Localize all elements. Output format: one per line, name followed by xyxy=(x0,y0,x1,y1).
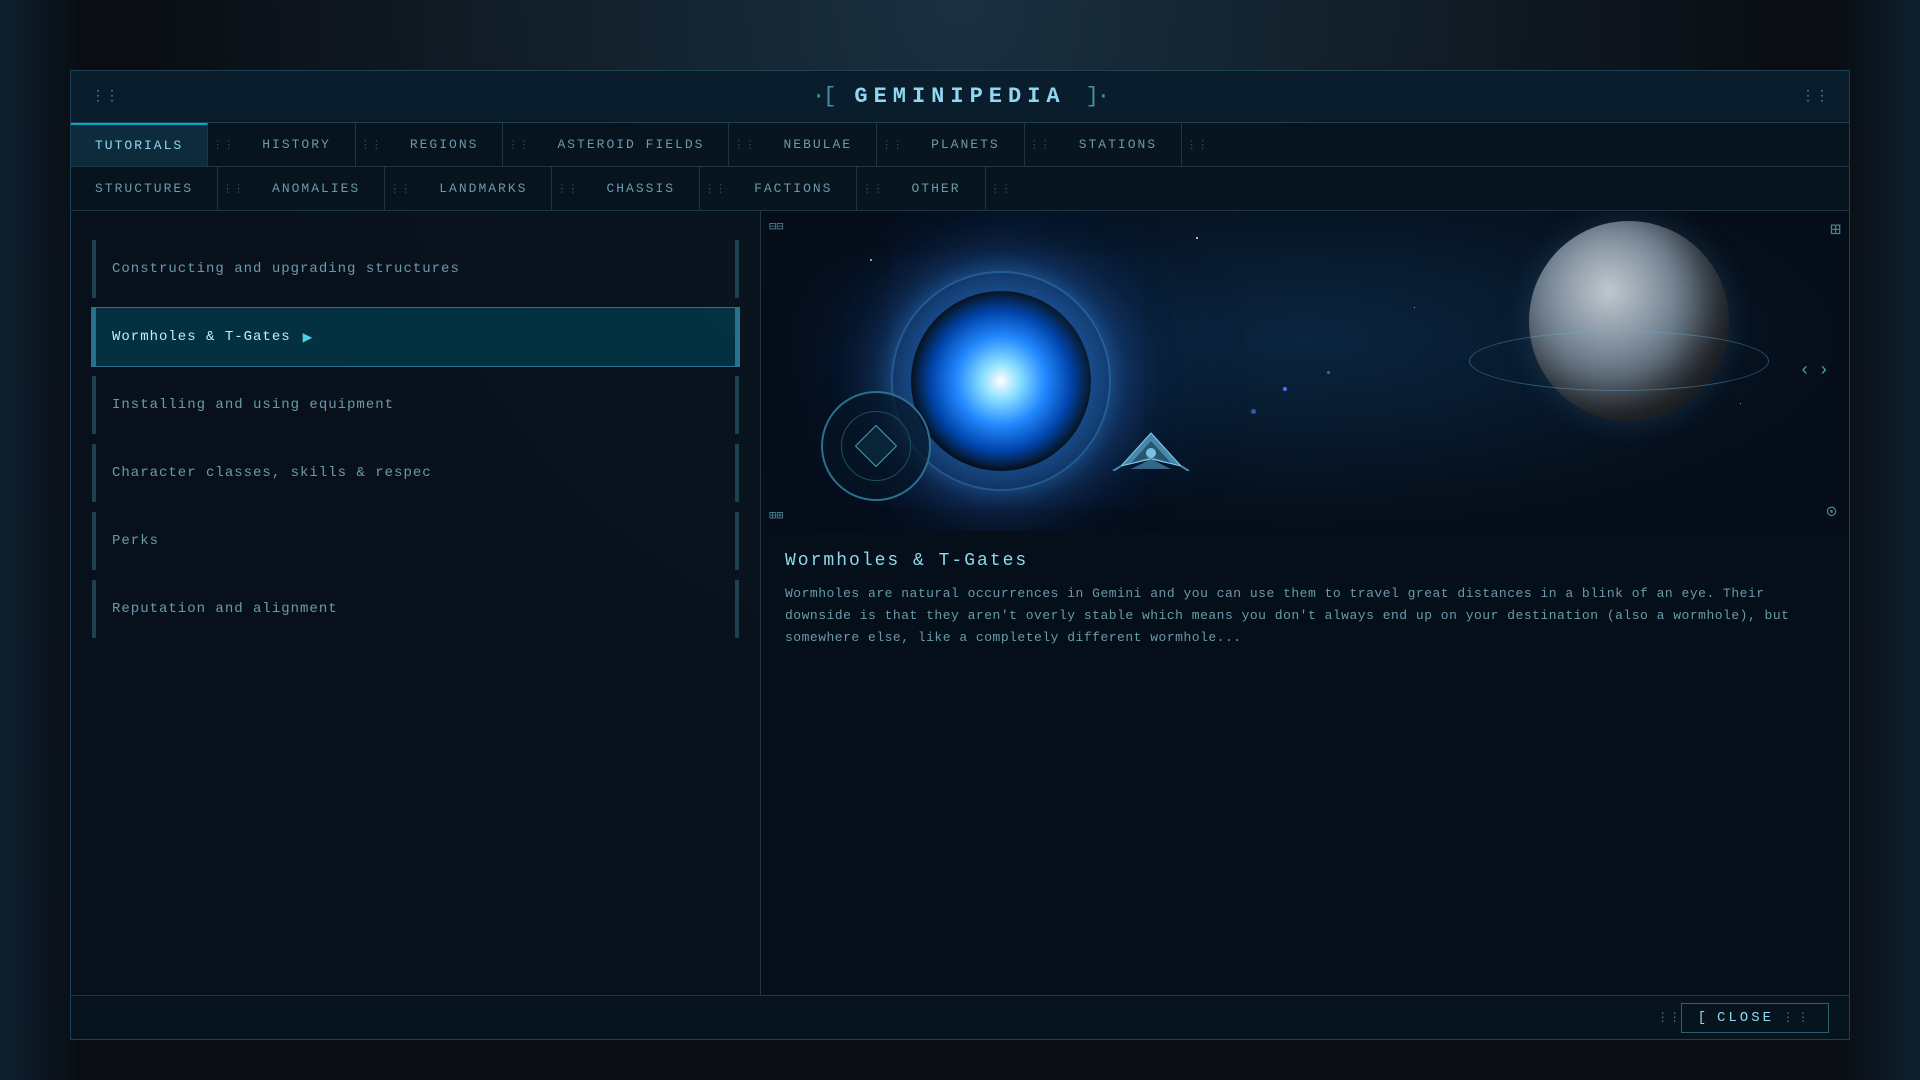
title-dots-left: ⋮⋮ xyxy=(91,88,119,105)
left-panel: Constructing and upgrading structures Wo… xyxy=(71,211,761,995)
close-dots-icon: ⋮⋮ xyxy=(1782,1010,1812,1025)
sep-r2-6: ⋮⋮ xyxy=(986,182,1016,196)
prev-image-button[interactable]: ‹ xyxy=(1799,361,1810,381)
image-nav-arrows: ‹ › xyxy=(1799,361,1829,381)
tab-planets[interactable]: PLANETS xyxy=(907,123,1025,166)
list-item-perks[interactable]: Perks xyxy=(91,511,740,571)
particle-2 xyxy=(1327,371,1330,374)
main-window: ⋮⋮ ·[ GEMINIPEDIA ]· ⋮⋮ TUTORIALS ⋮⋮ HIS… xyxy=(70,70,1850,1040)
sep-r2-1: ⋮⋮ xyxy=(218,182,248,196)
particle-1 xyxy=(1283,387,1287,391)
list-item-classes[interactable]: Character classes, skills & respec xyxy=(91,443,740,503)
title-dots-right: ⋮⋮ xyxy=(1801,88,1829,105)
active-arrow-icon: ▶ xyxy=(303,327,314,347)
detail-image: ⊟⊟ ⊞ ‹ › ⊞⊞ ⊙ xyxy=(761,211,1849,531)
list-item-wormholes[interactable]: Wormholes & T-Gates ▶ xyxy=(91,307,740,367)
close-button[interactable]: [ CLOSE ⋮⋮ xyxy=(1681,1003,1829,1033)
sep-r2-4: ⋮⋮ xyxy=(700,182,730,196)
close-bracket-left: [ xyxy=(1698,1010,1709,1026)
bottom-dots-left: ⋮⋮ xyxy=(1657,1010,1681,1025)
tab-stations[interactable]: STATIONS xyxy=(1055,123,1182,166)
tab-history[interactable]: HISTORY xyxy=(238,123,356,166)
corner-top-right-icon: ⊞ xyxy=(1830,219,1841,241)
bg-side-right xyxy=(1840,0,1920,1080)
radar-circle xyxy=(821,391,931,501)
nav-row-1: TUTORIALS ⋮⋮ HISTORY ⋮⋮ REGIONS ⋮⋮ ASTER… xyxy=(71,123,1849,167)
description-area: Wormholes & T-Gates Wormholes are natura… xyxy=(761,531,1849,995)
bg-side-left xyxy=(0,0,80,1080)
bottom-bar: ⋮⋮ [ CLOSE ⋮⋮ xyxy=(71,995,1849,1039)
sep-r2-2: ⋮⋮ xyxy=(385,182,415,196)
sep-3: ⋮⋮ xyxy=(503,138,533,152)
content-area: Constructing and upgrading structures Wo… xyxy=(71,211,1849,995)
sep-r2-3: ⋮⋮ xyxy=(552,182,582,196)
radar-diamond xyxy=(855,425,897,467)
tab-structures[interactable]: STRUCTURES xyxy=(71,167,218,210)
tab-factions[interactable]: FACTIONS xyxy=(730,167,857,210)
close-label: CLOSE xyxy=(1717,1010,1774,1026)
title-bar: ⋮⋮ ·[ GEMINIPEDIA ]· ⋮⋮ xyxy=(71,71,1849,123)
detail-description: Wormholes are natural occurrences in Gem… xyxy=(785,583,1825,649)
sep-5: ⋮⋮ xyxy=(877,138,907,152)
bottom-left-icon: ⊞⊞ xyxy=(769,508,783,523)
tab-tutorials[interactable]: TUTORIALS xyxy=(71,123,208,166)
wormhole-glow xyxy=(911,291,1091,471)
particle-3 xyxy=(1251,409,1256,414)
list-item-equipment[interactable]: Installing and using equipment xyxy=(91,375,740,435)
sep-r2-5: ⋮⋮ xyxy=(857,182,887,196)
sep-7: ⋮⋮ xyxy=(1182,138,1212,152)
next-image-button[interactable]: › xyxy=(1818,361,1829,381)
sep-4: ⋮⋮ xyxy=(729,138,759,152)
list-item-constructing[interactable]: Constructing and upgrading structures xyxy=(91,239,740,299)
radar-inner xyxy=(841,411,911,481)
sep-2: ⋮⋮ xyxy=(356,138,386,152)
title-bracket-left: ·[ xyxy=(812,84,834,109)
orbital-ring xyxy=(1469,331,1769,391)
right-panel: ⊟⊟ ⊞ ‹ › ⊞⊞ ⊙ Wormholes & T-Gates Wormho… xyxy=(761,211,1849,995)
detail-title: Wormholes & T-Gates xyxy=(785,551,1825,571)
app-title: GEMINIPEDIA xyxy=(854,84,1065,109)
space-scene xyxy=(761,211,1849,531)
tab-anomalies[interactable]: ANOMALIES xyxy=(248,167,385,210)
list-item-reputation[interactable]: Reputation and alignment xyxy=(91,579,740,639)
tab-asteroid-fields[interactable]: ASTEROID FIELDS xyxy=(533,123,729,166)
fullscreen-button[interactable]: ⊙ xyxy=(1826,501,1837,523)
tab-nebulae[interactable]: NEBULAE xyxy=(759,123,877,166)
nav-row-2: STRUCTURES ⋮⋮ ANOMALIES ⋮⋮ LANDMARKS ⋮⋮ … xyxy=(71,167,1849,211)
title-bracket-right: ]· xyxy=(1086,84,1108,109)
planet-object xyxy=(1529,221,1729,421)
sep-6: ⋮⋮ xyxy=(1025,138,1055,152)
sep-1: ⋮⋮ xyxy=(208,138,238,152)
spaceship-object xyxy=(1111,431,1191,471)
tab-chassis[interactable]: CHASSIS xyxy=(582,167,700,210)
tab-landmarks[interactable]: LANDMARKS xyxy=(415,167,552,210)
tab-regions[interactable]: REGIONS xyxy=(386,123,504,166)
tab-other[interactable]: OTHER xyxy=(887,167,985,210)
corner-top-left-icon: ⊟⊟ xyxy=(769,219,783,234)
